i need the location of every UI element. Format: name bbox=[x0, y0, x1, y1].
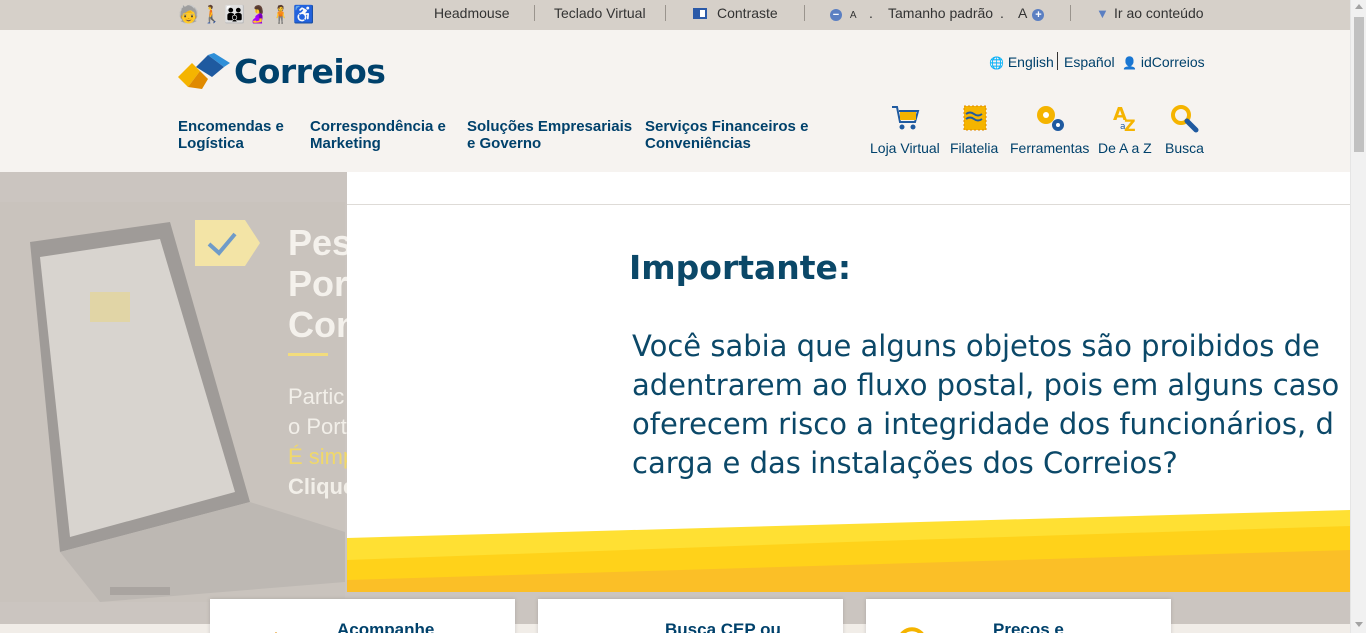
person-icon: 🧍 bbox=[270, 5, 292, 24]
family-icon: 👪 bbox=[224, 5, 246, 24]
wheelchair-icon: ♿ bbox=[293, 5, 315, 24]
modal-message: Você sabia que alguns objetos são proibi… bbox=[632, 327, 1350, 483]
espanol-link[interactable]: Español bbox=[1064, 54, 1115, 70]
correios-logo[interactable]: Correios bbox=[178, 52, 386, 91]
yellow-wave-decoration bbox=[347, 510, 1350, 592]
nav-servicos-financeiros[interactable]: Serviços Financeiros e Conveniências bbox=[645, 118, 808, 152]
english-link[interactable]: 🌐 English bbox=[989, 54, 1054, 70]
modal-title: Importante: bbox=[629, 248, 852, 287]
modal-message-line: oferecem risco a integridade dos funcion… bbox=[632, 407, 1334, 441]
nav-label-line1: Serviços Financeiros e bbox=[645, 118, 809, 135]
logo-text: Correios bbox=[234, 52, 386, 91]
nav-correspondencia[interactable]: Correspondência e Marketing bbox=[310, 118, 446, 152]
user-icon: 👤 bbox=[1122, 56, 1137, 70]
id-correios-link[interactable]: 👤 idCorreios bbox=[1122, 54, 1205, 70]
decrease-font-button[interactable]: − A bbox=[830, 5, 857, 21]
tool-label: Busca bbox=[1165, 140, 1204, 156]
minus-icon: − bbox=[830, 9, 842, 21]
contrast-label: Contraste bbox=[717, 5, 778, 21]
font-small-label: A bbox=[849, 10, 857, 21]
check-badge-icon bbox=[195, 220, 260, 266]
pregnant-icon: 🤰 bbox=[247, 5, 269, 24]
divider bbox=[1070, 5, 1071, 21]
svg-text:Z: Z bbox=[1124, 116, 1136, 133]
scroll-up-arrow-icon[interactable] bbox=[1355, 4, 1363, 9]
accessibility-bar: 🧓 🚶 👪 🤰 🧍 ♿ Headmouse Teclado Virtual Co… bbox=[0, 0, 1350, 30]
filatelia-button[interactable]: Filatelia bbox=[950, 102, 998, 156]
loja-virtual-button[interactable]: Loja Virtual bbox=[870, 102, 940, 156]
modal-divider bbox=[347, 204, 1350, 205]
important-notice-modal: Importante: Você sabia que alguns objeto… bbox=[347, 172, 1350, 592]
card-title: Preços e bbox=[993, 620, 1064, 633]
page-scrollbar[interactable] bbox=[1350, 0, 1366, 633]
tool-label: Loja Virtual bbox=[870, 140, 940, 156]
gears-icon bbox=[1010, 102, 1089, 134]
divider bbox=[665, 5, 666, 21]
tool-label: Ferramentas bbox=[1010, 140, 1090, 156]
elderly-icon: 🧓 bbox=[178, 5, 200, 24]
english-label: English bbox=[1007, 54, 1054, 70]
dot-separator: . bbox=[869, 5, 873, 21]
divider bbox=[1057, 52, 1058, 70]
skip-to-content-link[interactable]: ▼ Ir ao conteúdo bbox=[1096, 5, 1204, 21]
nav-solucoes-empresariais[interactable]: Soluções Empresariais e Governo bbox=[467, 118, 632, 152]
a-to-z-icon: AZa bbox=[1098, 102, 1152, 134]
site-header: Correios 🌐 English Español 👤 idCorreios … bbox=[0, 30, 1350, 172]
hero-sub-line: Partic bbox=[288, 384, 345, 409]
scroll-down-arrow-icon[interactable] bbox=[1355, 622, 1363, 627]
correios-logo-icon bbox=[178, 52, 230, 89]
plus-icon: + bbox=[1032, 9, 1045, 21]
hero-sub-line: o Port bbox=[288, 414, 347, 439]
scroll-thumb[interactable] bbox=[1354, 17, 1364, 152]
service-card-acompanhe[interactable]: Acompanhe bbox=[210, 599, 515, 633]
tool-label: De A a Z bbox=[1098, 140, 1152, 156]
globe-icon: 🌐 bbox=[989, 56, 1004, 70]
service-card-precos[interactable]: Preços e bbox=[866, 599, 1171, 633]
nav-label-line2: Conveniências bbox=[645, 135, 751, 152]
nav-label-line2: Marketing bbox=[310, 135, 381, 152]
price-icon bbox=[900, 627, 924, 633]
hero-underline bbox=[288, 353, 328, 356]
modal-message-line: carga e das instalações dos Correios? bbox=[632, 446, 1178, 480]
headmouse-link[interactable]: Headmouse bbox=[434, 5, 510, 21]
divider bbox=[534, 5, 535, 21]
service-card-busca-cep[interactable]: Busca CEP ou bbox=[538, 599, 843, 633]
hero-subtitle: Partic o Port É simp Clique bbox=[288, 382, 355, 502]
default-size-link[interactable]: Tamanho padrão bbox=[888, 5, 993, 21]
dot-separator: . bbox=[1000, 5, 1004, 21]
card-title: Busca CEP ou bbox=[665, 620, 781, 633]
nav-encomendas[interactable]: Encomendas e Logística bbox=[178, 118, 284, 152]
contrast-link[interactable]: Contraste bbox=[693, 5, 778, 21]
walking-icon: 🚶 bbox=[201, 5, 223, 24]
modal-message-line: Você sabia que alguns objetos são proibi… bbox=[632, 329, 1320, 363]
card-title: Acompanhe bbox=[337, 620, 435, 633]
busca-button[interactable]: Busca bbox=[1165, 102, 1204, 156]
nav-label-line2: Logística bbox=[178, 135, 244, 152]
hero-sub-line: É simp bbox=[288, 444, 356, 469]
increase-font-button[interactable]: A + bbox=[1018, 5, 1045, 21]
nav-label-line1: Correspondência e bbox=[310, 118, 446, 135]
de-a-a-z-button[interactable]: AZa De A a Z bbox=[1098, 102, 1152, 156]
search-icon bbox=[1165, 102, 1204, 134]
nav-label-line2: e Governo bbox=[467, 135, 542, 152]
accessibility-icons: 🧓 🚶 👪 🤰 🧍 ♿ bbox=[178, 4, 315, 26]
hero-cta[interactable]: Clique bbox=[288, 472, 355, 502]
nav-label-line1: Soluções Empresariais bbox=[467, 118, 633, 135]
ferramentas-button[interactable]: Ferramentas bbox=[1010, 102, 1089, 156]
stamp-icon bbox=[950, 102, 998, 134]
virtual-keyboard-link[interactable]: Teclado Virtual bbox=[554, 5, 646, 21]
modal-message-line: adentrarem ao fluxo postal, pois em algu… bbox=[632, 368, 1340, 402]
cart-icon bbox=[870, 102, 940, 134]
svg-text:a: a bbox=[1120, 122, 1126, 132]
contrast-icon bbox=[693, 8, 707, 19]
divider bbox=[804, 5, 805, 21]
tool-label: Filatelia bbox=[950, 140, 999, 156]
skip-to-content-label: Ir ao conteúdo bbox=[1114, 5, 1204, 21]
id-correios-label: idCorreios bbox=[1140, 54, 1205, 70]
font-large-label: A bbox=[1018, 5, 1027, 21]
nav-label-line1: Encomendas e bbox=[178, 118, 284, 135]
arrow-down-icon: ▼ bbox=[1096, 6, 1109, 21]
package-icon bbox=[275, 632, 277, 633]
